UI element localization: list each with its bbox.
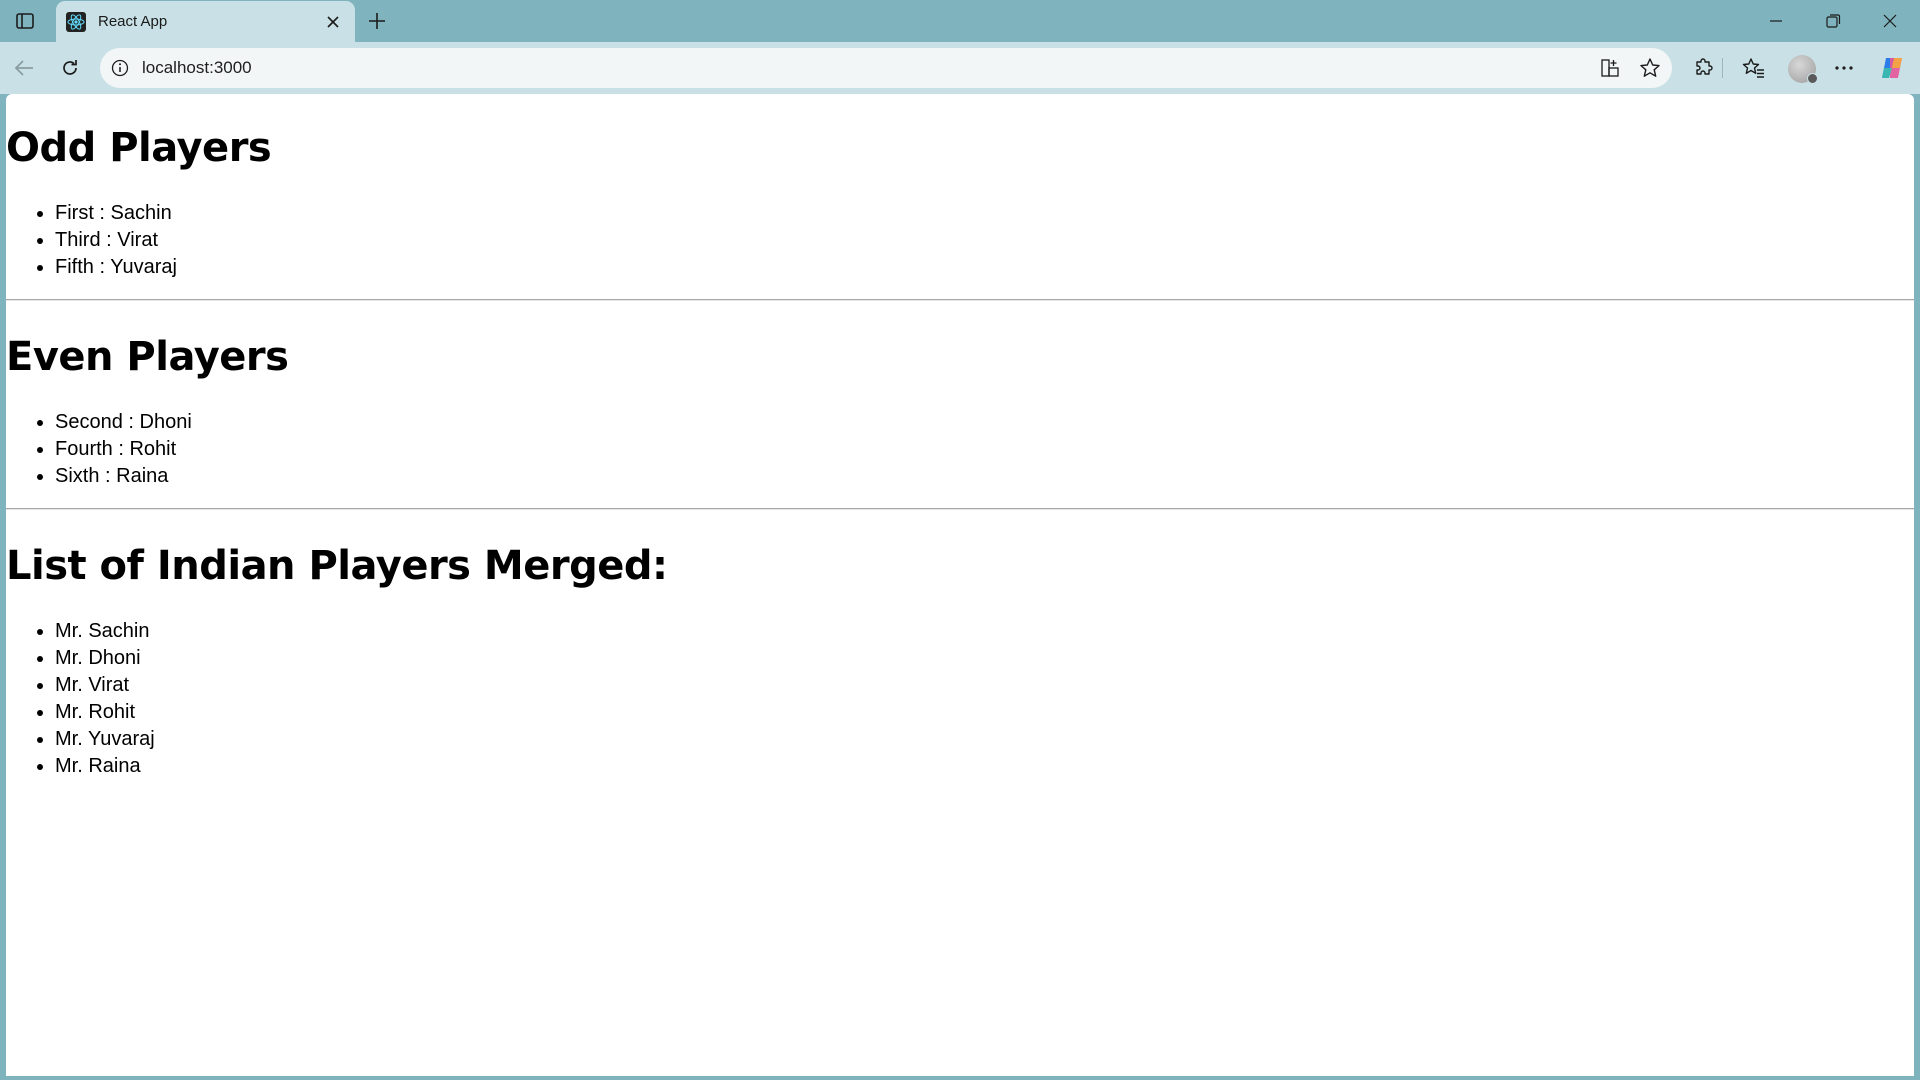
- list-item: Mr. Yuvaraj: [55, 726, 155, 753]
- puzzle-icon[interactable]: [1688, 52, 1720, 84]
- sidebar-toggle-icon[interactable]: [10, 9, 40, 33]
- close-window-icon[interactable]: [1862, 0, 1918, 42]
- list-item: Mr. Rohit: [55, 699, 155, 726]
- section-divider: [6, 508, 1914, 510]
- plus-icon[interactable]: [362, 6, 392, 36]
- list-item: First : Sachin: [55, 200, 177, 227]
- title-bar: React App: [0, 0, 1920, 42]
- back-arrow-icon[interactable]: [8, 52, 40, 84]
- address-bar[interactable]: [100, 48, 1672, 88]
- section-divider: [6, 299, 1914, 301]
- even-players-list: Second : Dhoni Fourth : Rohit Sixth : Ra…: [6, 409, 192, 490]
- list-item: Sixth : Raina: [55, 463, 192, 490]
- list-item: Fifth : Yuvaraj: [55, 254, 177, 281]
- copilot-icon[interactable]: [1876, 52, 1908, 84]
- list-item: Third : Virat: [55, 227, 177, 254]
- star-icon[interactable]: [1636, 54, 1664, 82]
- list-item: Mr. Virat: [55, 672, 155, 699]
- profile-avatar[interactable]: [1788, 55, 1818, 84]
- odd-players-list: First : Sachin Third : Virat Fifth : Yuv…: [6, 200, 177, 281]
- browser-toolbar: [0, 42, 1920, 94]
- close-tab-icon[interactable]: [321, 10, 345, 34]
- url-input[interactable]: [142, 48, 1542, 88]
- toolbar-divider: [1722, 58, 1723, 78]
- app-grid-icon[interactable]: [1596, 54, 1624, 82]
- list-item: Second : Dhoni: [55, 409, 192, 436]
- minimize-icon[interactable]: [1748, 0, 1804, 42]
- browser-tab[interactable]: React App: [56, 1, 355, 42]
- restore-icon[interactable]: [1805, 0, 1861, 42]
- tab-title: React App: [98, 13, 168, 30]
- odd-players-heading: Odd Players: [6, 125, 272, 171]
- react-logo-icon: [66, 11, 86, 32]
- more-icon[interactable]: [1828, 52, 1860, 84]
- refresh-icon[interactable]: [54, 52, 86, 84]
- merged-players-heading: List of Indian Players Merged:: [6, 543, 668, 589]
- list-item: Mr. Dhoni: [55, 645, 155, 672]
- merged-players-list: Mr. Sachin Mr. Dhoni Mr. Virat Mr. Rohit…: [6, 618, 155, 780]
- even-players-heading: Even Players: [6, 334, 289, 380]
- info-icon[interactable]: [110, 58, 130, 78]
- favorites-icon[interactable]: [1738, 52, 1770, 84]
- list-item: Fourth : Rohit: [55, 436, 192, 463]
- page-viewport: Odd Players First : Sachin Third : Virat…: [6, 94, 1914, 1076]
- list-item: Mr. Raina: [55, 753, 155, 780]
- profile-badge-icon: [1807, 73, 1818, 84]
- list-item: Mr. Sachin: [55, 618, 155, 645]
